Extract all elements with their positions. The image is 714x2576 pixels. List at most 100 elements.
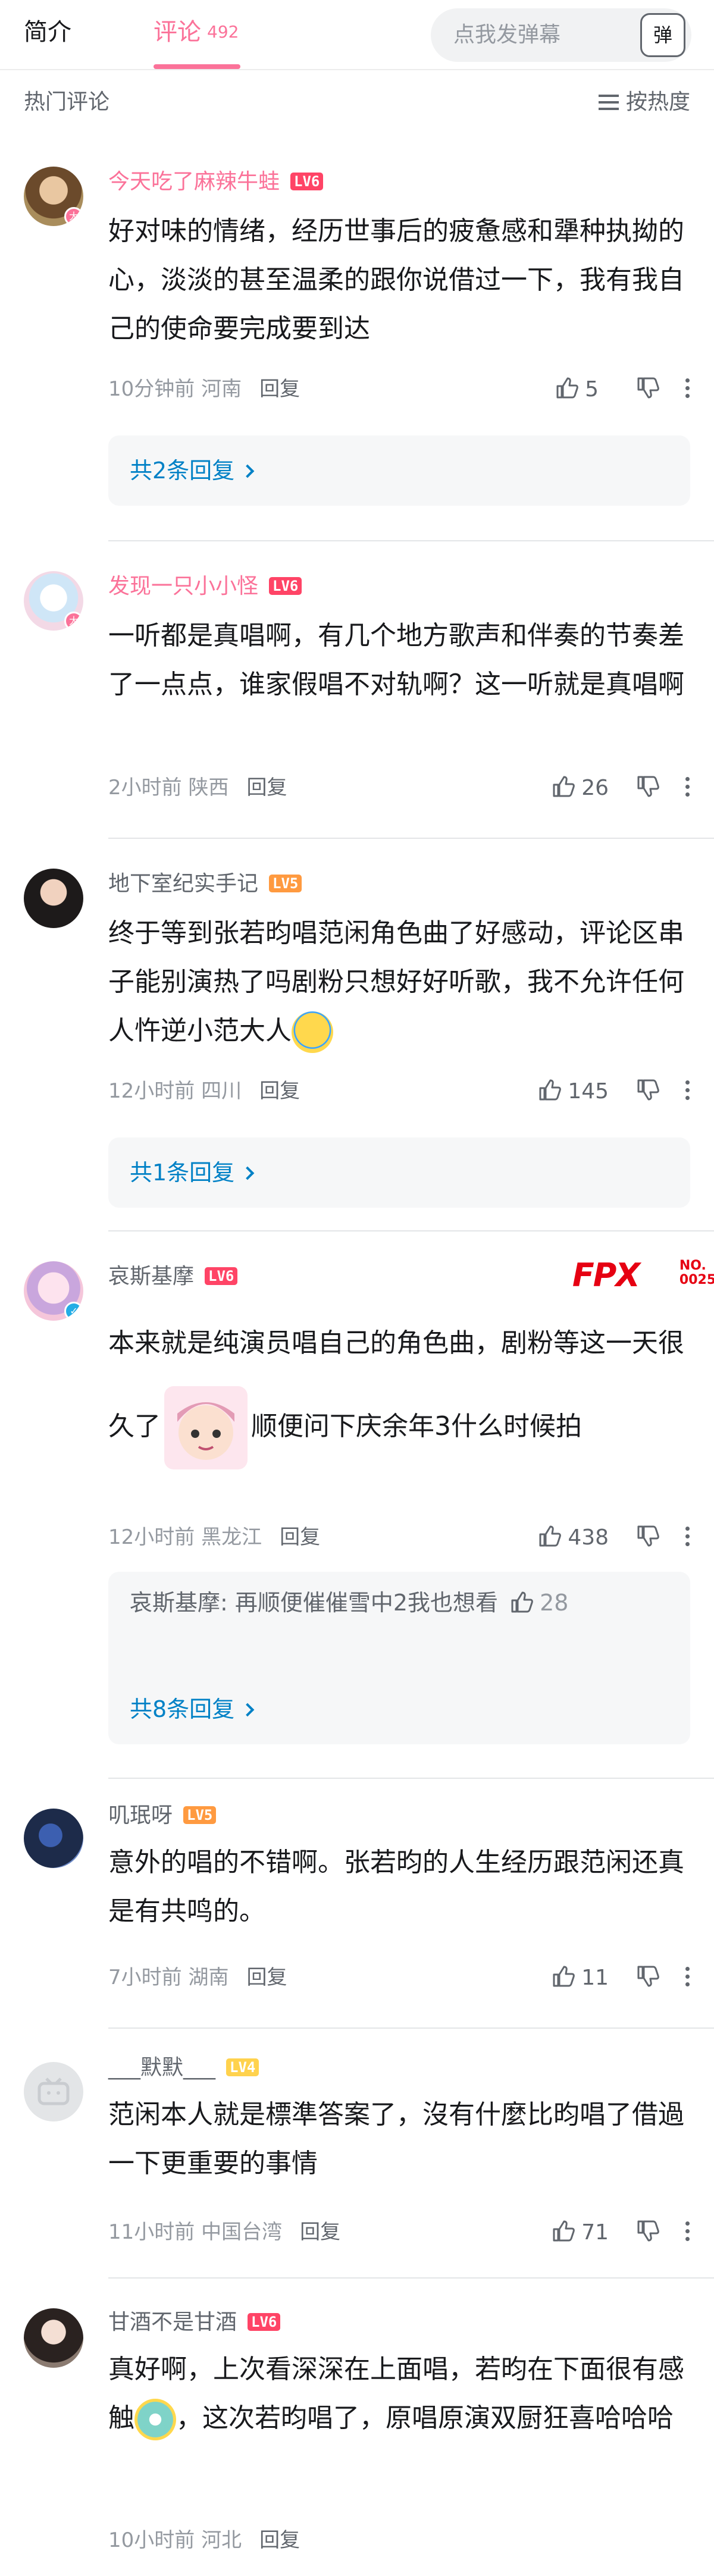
fan-badge-number: NO.002587 bbox=[679, 1258, 714, 1287]
tab-comments-label: 评论 bbox=[154, 18, 201, 46]
hot-comments-label: 热门评论 bbox=[24, 90, 110, 114]
comment-count: 492 bbox=[207, 22, 239, 42]
level-badge: LV6 bbox=[205, 1267, 238, 1285]
comment-meta: 7小时前 湖南 回复 bbox=[108, 1966, 287, 1989]
like-count: 438 bbox=[568, 1525, 609, 1550]
fpx-fan-badge: FPX NO.002587 bbox=[572, 1256, 714, 1294]
danmaku-placeholder: 点我发弹幕 bbox=[453, 23, 561, 47]
vip-badge-icon: 大 bbox=[64, 612, 83, 631]
like-count: 71 bbox=[581, 2220, 609, 2245]
chevron-right-icon bbox=[240, 1703, 255, 1717]
comment-text: 一听都是真唱啊，有几个地方歌声和伴奏的节奏差了一点点，谁家假唱不对轨啊？这一听就… bbox=[108, 621, 684, 700]
username[interactable]: 发现一只小小怪 LV6 bbox=[108, 574, 302, 600]
level-badge: LV5 bbox=[269, 875, 302, 892]
avatar[interactable] bbox=[24, 869, 83, 928]
more-options-icon[interactable] bbox=[684, 1078, 690, 1102]
top-tab-bar: 简介 评论 492 点我发弹幕 弹 bbox=[0, 0, 714, 70]
more-options-icon[interactable] bbox=[684, 1524, 690, 1548]
level-badge: LV6 bbox=[290, 173, 324, 190]
pig-girl-sticker-icon bbox=[164, 1386, 248, 1469]
reply-summary-box[interactable]: 共1条回复 bbox=[108, 1137, 690, 1208]
chevron-right-icon bbox=[240, 1166, 255, 1180]
like-count: 11 bbox=[581, 1966, 609, 1990]
comment-text: 范闲本人就是標準答案了，沒有什麼比昀唱了借過一下更重要的事情 bbox=[108, 2099, 684, 2179]
view-replies-link[interactable]: 共1条回复 bbox=[130, 1159, 255, 1186]
username[interactable]: 地下室纪实手记 LV5 bbox=[108, 871, 302, 897]
default-avatar-icon bbox=[37, 2077, 70, 2105]
tab-comments[interactable]: 评论 492 bbox=[154, 18, 239, 46]
reply-summary-box[interactable]: 哀斯基摩: 再顺便催催雪中2我也想看 28 共8条回复 bbox=[108, 1572, 690, 1744]
avatar[interactable] bbox=[24, 2308, 83, 2368]
like-count: 5 bbox=[585, 377, 599, 402]
like-icon[interactable] bbox=[552, 1964, 575, 1988]
view-replies-link[interactable]: 共8条回复 bbox=[130, 1696, 255, 1723]
level-badge: LV6 bbox=[248, 2313, 281, 2331]
comment-actions: 438 bbox=[538, 1524, 690, 1551]
danmaku-toggle-button[interactable]: 弹 bbox=[640, 13, 685, 57]
dislike-icon[interactable] bbox=[636, 376, 660, 400]
dislike-icon[interactable] bbox=[636, 1524, 660, 1548]
avatar[interactable] bbox=[24, 2062, 83, 2121]
like-icon[interactable] bbox=[538, 1524, 562, 1548]
like-icon[interactable] bbox=[555, 376, 579, 400]
comment-meta: 12小时前 黑龙江 回复 bbox=[108, 1525, 321, 1549]
like-icon[interactable] bbox=[538, 1078, 562, 1102]
comment-meta: 2小时前 陕西 回复 bbox=[108, 776, 287, 800]
reply-button[interactable]: 回复 bbox=[280, 1525, 320, 1549]
comment-item: 大 发现一只小小怪 LV6 一听都是真唱啊，有几个地方歌声和伴奏的节奏差了一点点，… bbox=[0, 541, 714, 839]
avatar[interactable]: ✓ bbox=[24, 1261, 83, 1321]
comment-text: 真好啊，上次看深深在上面唱，若昀在下面很有感触 ，这次若昀唱了，原唱原演双厨狂喜哈… bbox=[108, 2345, 685, 2443]
laughing-emoji-icon bbox=[134, 2399, 176, 2440]
fpx-logo: FPX bbox=[572, 1256, 640, 1294]
sort-bar: 热门评论 按热度 bbox=[0, 70, 714, 137]
comment-text: 意外的唱的不错啊。张若昀的人生经历跟范闲还真是有共鸣的。 bbox=[108, 1847, 684, 1926]
level-badge: LV4 bbox=[226, 2058, 259, 2076]
username[interactable]: 甘酒不是甘酒 LV6 bbox=[108, 2309, 281, 2336]
avatar[interactable] bbox=[24, 1809, 83, 1868]
tab-intro[interactable]: 简介 bbox=[24, 18, 71, 46]
comment-item: 甘酒不是甘酒 LV6 真好啊，上次看深深在上面唱，若昀在下面很有感触 ，这次若昀唱了… bbox=[0, 2279, 714, 2576]
sub-reply: 哀斯基摩: 再顺便催催雪中2我也想看 28 bbox=[130, 1579, 665, 1627]
level-badge: LV6 bbox=[269, 577, 302, 595]
avatar[interactable]: 大 bbox=[24, 167, 83, 226]
more-options-icon[interactable] bbox=[684, 376, 690, 400]
like-icon[interactable] bbox=[552, 775, 575, 798]
like-icon[interactable] bbox=[510, 1582, 534, 1613]
dislike-icon[interactable] bbox=[636, 2219, 660, 2243]
dislike-icon[interactable] bbox=[636, 1078, 660, 1102]
sub-reply-like-count: 28 bbox=[540, 1590, 569, 1616]
sort-button[interactable]: 按热度 bbox=[598, 89, 690, 115]
chevron-right-icon bbox=[240, 464, 255, 478]
comment-actions: 71 bbox=[552, 2219, 690, 2246]
avatar[interactable]: 大 bbox=[24, 571, 83, 631]
danmaku-button-label: 弹 bbox=[653, 24, 672, 46]
comment-item: ___默默___ LV4 范闲本人就是標準答案了，沒有什麼比昀唱了借過一下更重要的… bbox=[0, 2029, 714, 2279]
username[interactable]: 哀斯基摩 LV6 bbox=[108, 1264, 238, 1290]
reply-button[interactable]: 回复 bbox=[259, 2528, 300, 2552]
reply-summary-box[interactable]: 共2条回复 bbox=[108, 435, 690, 506]
username[interactable]: ___默默___ LV4 bbox=[108, 2055, 259, 2081]
like-icon[interactable] bbox=[552, 2219, 575, 2243]
username[interactable]: 今天吃了麻辣牛蛙 LV6 bbox=[108, 169, 324, 195]
dislike-icon[interactable] bbox=[636, 775, 660, 798]
like-count: 26 bbox=[581, 776, 609, 800]
reply-button[interactable]: 回复 bbox=[246, 1966, 287, 1989]
reply-button[interactable]: 回复 bbox=[259, 377, 300, 401]
reply-button[interactable]: 回复 bbox=[259, 1079, 300, 1103]
sort-label: 按热度 bbox=[625, 90, 690, 114]
comment-item: ✓ 哀斯基摩LV6 FPX NO.002587 本来就是纯演员唱自己的角色曲，剧… bbox=[0, 1231, 714, 1779]
active-tab-indicator bbox=[154, 64, 240, 69]
comment-actions: 145 bbox=[538, 1078, 690, 1105]
comment-item: 大 今天吃了麻辣牛蛙 LV6 好对味的情绪，经历世事后的疲惫感和犟种执拗的心，淡淡… bbox=[0, 137, 714, 541]
crying-emoji-icon bbox=[292, 1011, 333, 1053]
reply-button[interactable]: 回复 bbox=[246, 776, 287, 800]
dislike-icon[interactable] bbox=[636, 1964, 660, 1988]
username[interactable]: 叽珉呀 LV5 bbox=[108, 1803, 217, 1829]
sort-icon bbox=[598, 95, 619, 110]
reply-button[interactable]: 回复 bbox=[300, 2220, 340, 2244]
more-options-icon[interactable] bbox=[684, 775, 690, 798]
danmaku-input[interactable]: 点我发弹幕 弹 bbox=[431, 8, 691, 62]
more-options-icon[interactable] bbox=[684, 2219, 690, 2243]
more-options-icon[interactable] bbox=[684, 1964, 690, 1988]
view-replies-link[interactable]: 共2条回复 bbox=[130, 457, 255, 484]
